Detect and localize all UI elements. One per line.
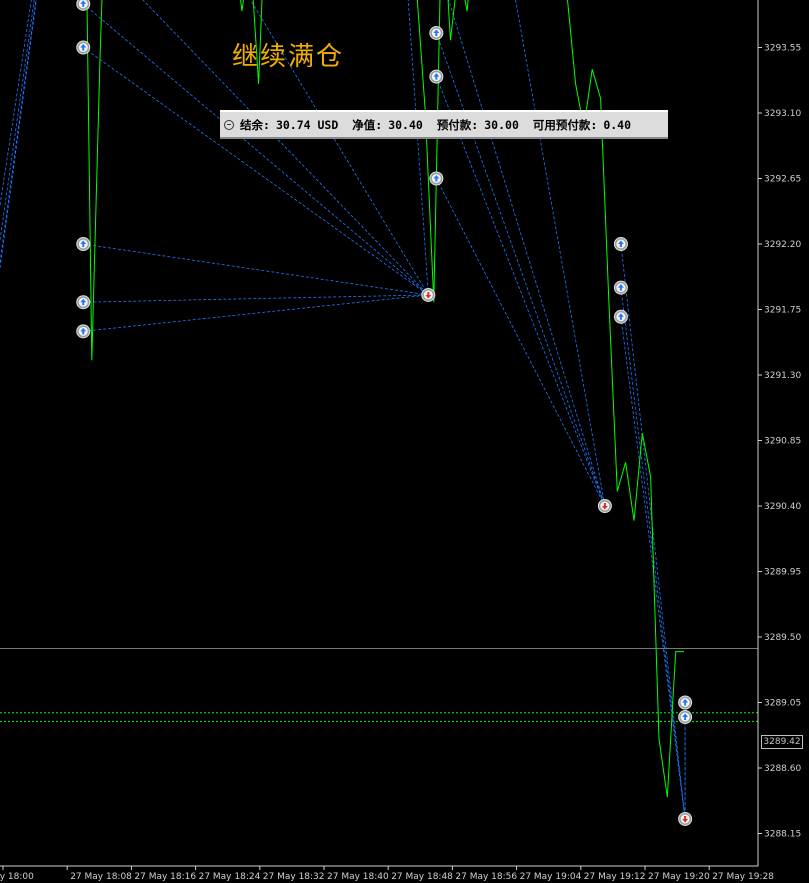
time-tick-label: 27 May 18:48 bbox=[391, 872, 453, 882]
time-tick-label: 27 May 19:20 bbox=[648, 872, 710, 882]
headline-text: 继续满仓 bbox=[232, 42, 345, 72]
time-tick-label: 27 May 18:40 bbox=[327, 872, 389, 882]
time-tick-label: 27 May 18:56 bbox=[455, 872, 517, 882]
free-margin-value: 0.40 bbox=[603, 117, 632, 132]
horizontal-levels bbox=[0, 648, 758, 722]
balance-label: 结余: bbox=[240, 117, 270, 132]
price-tick-label: 3289.05 bbox=[764, 699, 801, 709]
price-tick-label: 3292.20 bbox=[764, 240, 801, 250]
time-tick-label: 27 May 19:04 bbox=[520, 872, 582, 882]
equity-label: 净值: bbox=[352, 117, 383, 132]
balance-item: 结余: 30.74 USD bbox=[240, 117, 338, 133]
margin-label: 预付款: bbox=[436, 117, 479, 132]
time-tick-label: 27 May 18:08 bbox=[70, 872, 132, 882]
balance-value: 30.74 USD bbox=[275, 117, 339, 132]
time-tick-label: 27 May 19:12 bbox=[584, 872, 646, 882]
price-tick-label: 3289.50 bbox=[764, 633, 801, 643]
buy-arrow-icon bbox=[613, 237, 628, 251]
price-tick-label: 3293.55 bbox=[764, 44, 801, 54]
time-tick-label: 27 May 18:24 bbox=[199, 872, 261, 882]
price-tick-label: 3289.95 bbox=[764, 568, 801, 578]
trade-link bbox=[515, 0, 606, 507]
equity-value: 30.40 bbox=[388, 117, 423, 132]
time-tick-label: 27 May 18:00 bbox=[0, 872, 34, 882]
trade-link bbox=[83, 47, 429, 296]
price-tick-label: 3288.60 bbox=[764, 764, 801, 774]
sell-arrow-icon bbox=[421, 287, 436, 302]
free-margin-item: 可用预付款: 0.40 bbox=[533, 117, 631, 133]
buy-arrow-icon bbox=[76, 324, 91, 339]
buy-arrow-icon bbox=[429, 171, 444, 186]
price-tick-label: 3290.40 bbox=[764, 502, 801, 512]
price-tick-label: 3288.15 bbox=[764, 830, 801, 840]
buy-arrow-icon bbox=[678, 695, 693, 710]
trade-link bbox=[83, 294, 429, 303]
buy-arrow-icon bbox=[76, 237, 91, 251]
buy-arrow-icon bbox=[429, 25, 444, 40]
time-tick-label: 27 May 19:28 bbox=[712, 872, 774, 882]
time-tick-label: 27 May 18:32 bbox=[263, 872, 325, 882]
buy-arrow-icon bbox=[76, 0, 91, 11]
buy-arrow-icon bbox=[613, 280, 628, 295]
trade-link bbox=[0, 0, 35, 241]
buy-arrow-icon bbox=[76, 40, 91, 55]
buy-arrow-icon bbox=[678, 710, 693, 725]
trade-link bbox=[83, 243, 429, 296]
trade-link bbox=[407, 0, 429, 295]
account-status-bar: 结余: 30.74 USD 净值: 30.40 预付款: 30.00 可用预付款: 0.… bbox=[220, 110, 668, 139]
current-price-label: 3289.42 bbox=[761, 735, 803, 749]
free-margin-label: 可用预付款: bbox=[532, 117, 598, 132]
trade-link bbox=[620, 243, 686, 819]
price-tick-label: 3291.75 bbox=[764, 306, 801, 316]
trade-link bbox=[435, 76, 606, 507]
price-tick-label: 3290.85 bbox=[764, 437, 801, 447]
sell-arrow-icon bbox=[597, 499, 612, 513]
sell-arrow-icon bbox=[678, 811, 693, 826]
collapse-icon[interactable] bbox=[224, 119, 234, 130]
margin-item: 预付款: 30.00 bbox=[437, 117, 519, 133]
buy-arrow-icon bbox=[429, 69, 444, 84]
trade-link bbox=[435, 178, 606, 507]
buy-arrow-icon bbox=[76, 295, 91, 310]
price-tick-label: 3291.30 bbox=[764, 371, 801, 381]
equity-item: 净值: 30.40 bbox=[352, 117, 423, 133]
trade-link bbox=[83, 294, 429, 332]
trade-link bbox=[0, 0, 32, 206]
buy-arrow-icon bbox=[613, 309, 628, 324]
margin-value: 30.00 bbox=[484, 117, 519, 132]
time-tick-label: 27 May 18:16 bbox=[134, 872, 196, 882]
time-axis: 27 May 18:0027 May 18:0827 May 18:1627 M… bbox=[0, 865, 774, 882]
trade-link bbox=[0, 0, 37, 263]
trade-link bbox=[448, 0, 606, 507]
price-tick-label: 3292.65 bbox=[764, 175, 801, 185]
price-tick-label: 3293.10 bbox=[764, 109, 801, 119]
trade-link bbox=[0, 0, 37, 269]
